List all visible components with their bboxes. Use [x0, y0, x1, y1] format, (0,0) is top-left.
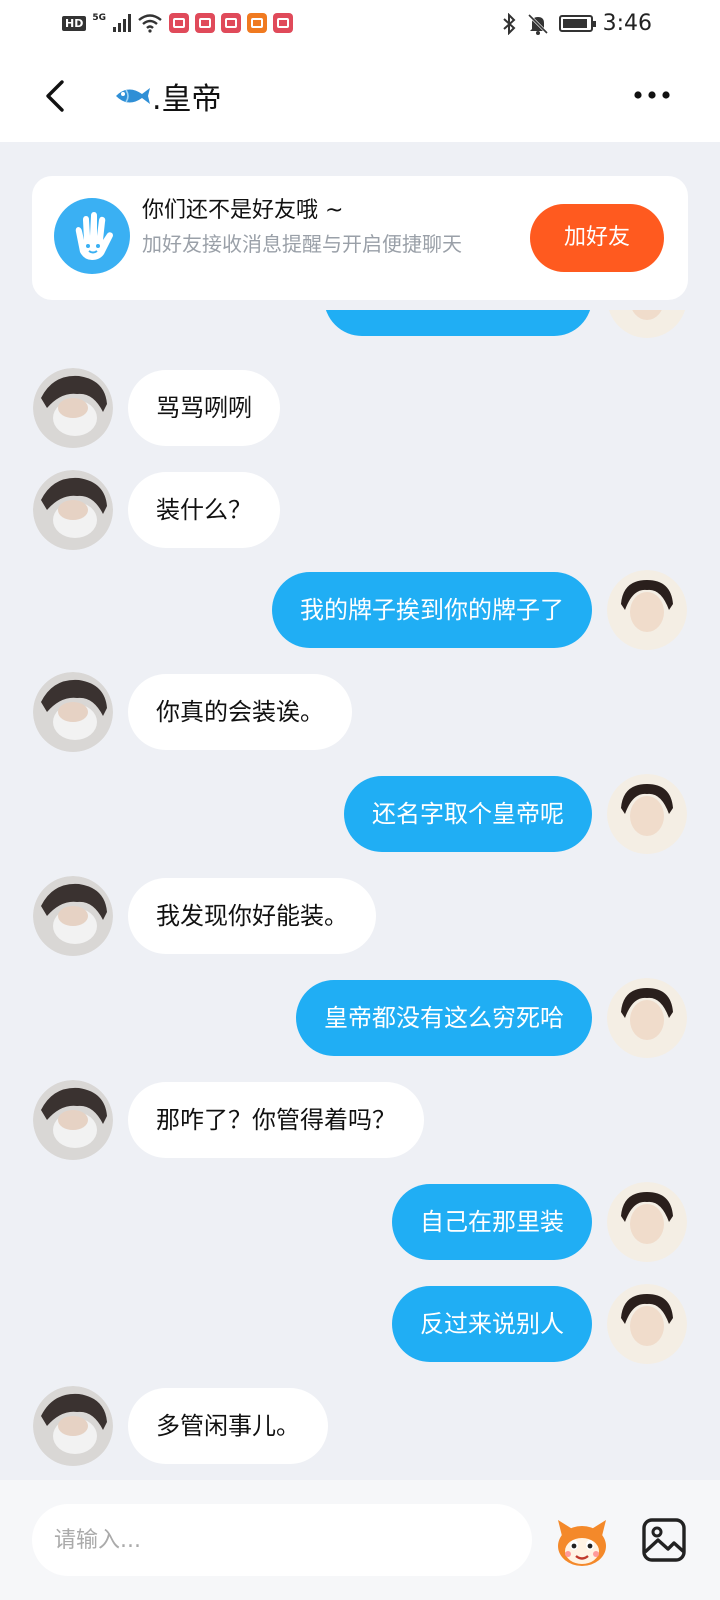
clock: 3:46: [602, 11, 652, 36]
message-row: 你真的会装诶。: [0, 672, 720, 752]
my-avatar[interactable]: [607, 310, 687, 338]
input-bar: [0, 1480, 720, 1600]
message-input[interactable]: [32, 1504, 532, 1576]
contact-avatar[interactable]: [33, 672, 113, 752]
contact-avatar[interactable]: [33, 876, 113, 956]
message-bubble-outgoing[interactable]: 自己在那里装: [392, 1184, 592, 1260]
chat-title-wrap: .皇帝: [112, 74, 222, 118]
message-row: 我发现你好能装。: [0, 876, 720, 956]
message-bubble-outgoing[interactable]: [324, 310, 592, 336]
status-bar: HD 5G 3:46: [0, 0, 720, 50]
chat-title: .皇帝: [152, 82, 222, 117]
hand-wave-icon: [54, 198, 130, 274]
bluetooth-icon: [502, 12, 516, 35]
fish-icon: [116, 88, 150, 104]
banner-subtitle: 加好友接收消息提醒与开启便捷聊天: [142, 232, 462, 256]
contact-avatar[interactable]: [33, 470, 113, 550]
contact-avatar[interactable]: [33, 368, 113, 448]
chevron-left-icon: [46, 80, 64, 112]
notification-app-icon: [195, 13, 215, 33]
message-bubble-incoming[interactable]: 你真的会装诶。: [128, 674, 352, 750]
add-friend-banner: 你们还不是好友哦 ~ 加好友接收消息提醒与开启便捷聊天 加好友: [32, 176, 688, 300]
message-bubble-incoming[interactable]: 装什么？: [128, 472, 280, 548]
signal-icon: [113, 14, 131, 32]
notification-app-icon: [169, 13, 189, 33]
message-row: [0, 310, 720, 338]
my-avatar[interactable]: [607, 570, 687, 650]
more-button[interactable]: [632, 80, 672, 110]
more-dots-icon: [634, 91, 670, 99]
chat-header: .皇帝: [0, 50, 720, 142]
emoji-button[interactable]: [554, 1514, 610, 1570]
my-avatar[interactable]: [607, 1182, 687, 1262]
emoji-mascot-icon: [558, 1520, 606, 1566]
message-row: 装什么？: [0, 470, 720, 550]
battery-icon: [558, 15, 596, 32]
my-avatar[interactable]: [607, 774, 687, 854]
banner-title: 你们还不是好友哦 ~: [142, 198, 344, 223]
notification-app-icon: [247, 13, 267, 33]
notification-app-icon: [273, 13, 293, 33]
wifi-icon: [138, 14, 162, 33]
notification-app-icon: [221, 13, 241, 33]
add-friend-button[interactable]: 加好友: [530, 204, 664, 272]
message-bubble-incoming[interactable]: 那咋了？你管得着吗？: [128, 1082, 424, 1158]
message-row: 我的牌子挨到你的牌子了: [0, 570, 720, 650]
my-avatar[interactable]: [607, 978, 687, 1058]
message-bubble-outgoing[interactable]: 我的牌子挨到你的牌子了: [272, 572, 592, 648]
message-bubble-incoming[interactable]: 多管闲事儿。: [128, 1388, 328, 1464]
back-button[interactable]: [38, 76, 74, 116]
message-row: 皇帝都没有这么穷死哈: [0, 978, 720, 1058]
contact-avatar[interactable]: [33, 1386, 113, 1466]
status-left: HD 5G: [62, 13, 293, 33]
image-button[interactable]: [640, 1516, 688, 1564]
network-type: 5G: [92, 13, 106, 23]
message-bubble-incoming[interactable]: 我发现你好能装。: [128, 878, 376, 954]
image-icon: [642, 1518, 686, 1562]
message-bubble-outgoing[interactable]: 反过来说别人: [392, 1286, 592, 1362]
status-right: 3:46: [501, 11, 652, 36]
message-bubble-incoming[interactable]: 骂骂咧咧: [128, 370, 280, 446]
hd-badge: HD: [62, 15, 87, 31]
message-row: 反过来说别人: [0, 1284, 720, 1364]
bell-muted-icon: [527, 13, 548, 35]
contact-avatar[interactable]: [33, 1080, 113, 1160]
message-row: 骂骂咧咧: [0, 368, 720, 448]
message-bubble-outgoing[interactable]: 皇帝都没有这么穷死哈: [296, 980, 592, 1056]
message-list[interactable]: 骂骂咧咧 装什么？ 我的牌子挨到你的牌子了 你真的会装诶。 还名字取个皇帝呢 我…: [0, 310, 720, 1480]
message-row: 那咋了？你管得着吗？: [0, 1080, 720, 1160]
my-avatar[interactable]: [607, 1284, 687, 1364]
message-row: 自己在那里装: [0, 1182, 720, 1262]
message-row: 多管闲事儿。: [0, 1386, 720, 1466]
message-bubble-outgoing[interactable]: 还名字取个皇帝呢: [344, 776, 592, 852]
message-row: 还名字取个皇帝呢: [0, 774, 720, 854]
